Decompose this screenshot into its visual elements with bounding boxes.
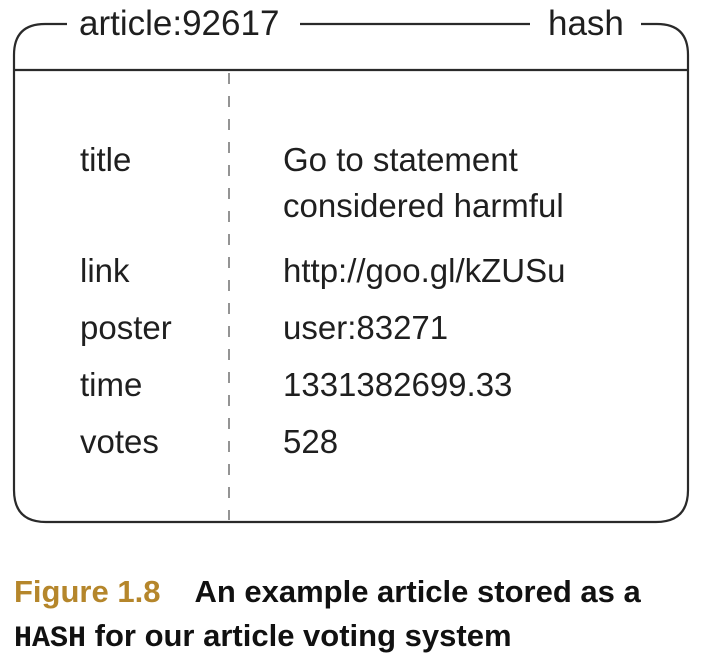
hash-key-name: article:92617 <box>79 4 280 43</box>
field-key-time: time <box>80 366 143 403</box>
field-value-link: http://goo.gl/kZUSu <box>283 252 566 289</box>
field-key-title: title <box>80 141 132 178</box>
field-value-title: Go to statement considered harmful <box>283 141 564 224</box>
hash-type-label: hash <box>548 4 624 43</box>
figure-caption: Figure 1.8 An example article stored as a… <box>14 570 704 661</box>
caption-code-word: HASH <box>14 622 87 656</box>
field-key-votes: votes <box>80 423 159 460</box>
figure-number: Figure 1.8 <box>14 574 161 609</box>
field-value-votes: 528 <box>283 423 339 460</box>
field-value-time: 1331382699.33 <box>283 366 513 403</box>
hash-header-line-right <box>641 22 690 70</box>
field-key-poster: poster <box>80 309 172 346</box>
hash-header-line-left <box>12 22 67 70</box>
caption-text-end: for our article voting system <box>86 618 512 653</box>
field-key-link: link <box>80 252 130 289</box>
caption-text-start: An example article stored as a <box>194 574 641 609</box>
field-value-poster: user:83271 <box>283 309 449 346</box>
